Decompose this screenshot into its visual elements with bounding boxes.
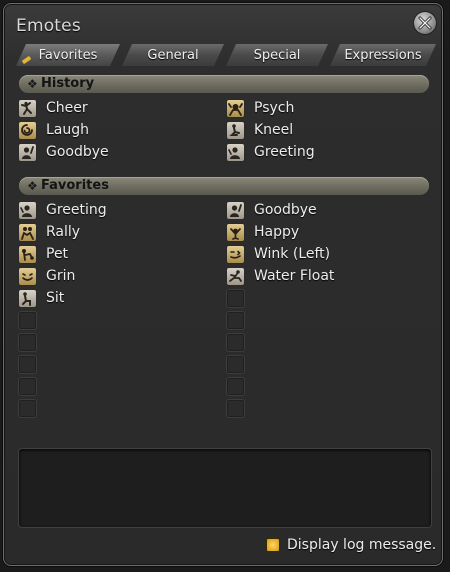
laugh-icon: [18, 120, 37, 140]
empty-slot-icon: [226, 288, 245, 308]
tab-label: General: [147, 47, 199, 63]
empty-slot-icon: [226, 376, 245, 396]
goodbye-icon: [226, 200, 245, 220]
empty-emote-slot[interactable]: [226, 309, 245, 331]
tab-label: Expressions: [344, 47, 422, 63]
emote-greeting[interactable]: Greeting: [226, 141, 315, 163]
emote-water-float[interactable]: Water Float: [226, 265, 334, 287]
empty-slot-icon: [226, 354, 245, 374]
emote-description-panel: [18, 448, 432, 528]
emote-label: Rally: [46, 224, 81, 240]
emote-label: Pet: [46, 246, 69, 262]
section-title: Favorites: [41, 178, 109, 193]
empty-emote-slot[interactable]: [18, 397, 37, 419]
emote-label: Water Float: [254, 268, 335, 284]
emote-label: Laugh: [46, 122, 90, 138]
emote-goodbye[interactable]: Goodbye: [226, 199, 317, 221]
cheer-icon: [18, 98, 37, 118]
psych-icon: [226, 98, 245, 118]
empty-emote-slot[interactable]: [226, 397, 245, 419]
empty-emote-slot[interactable]: [18, 353, 37, 375]
title-bar[interactable]: Emotes: [4, 4, 442, 40]
empty-slot-icon: [18, 310, 37, 330]
water-float-icon: [226, 266, 245, 286]
emote-label: Grin: [46, 268, 76, 284]
empty-emote-slot[interactable]: [226, 353, 245, 375]
emote-grin[interactable]: Grin: [18, 265, 75, 287]
grin-icon: [18, 266, 37, 286]
emote-kneel[interactable]: Kneel: [226, 119, 293, 141]
close-icon: [418, 16, 432, 30]
empty-slot-icon: [226, 332, 245, 352]
display-log-label: Display log message.: [287, 537, 437, 553]
emote-psych[interactable]: Psych: [226, 97, 294, 119]
emote-label: Kneel: [254, 122, 294, 138]
emote-happy[interactable]: Happy: [226, 221, 299, 243]
emote-tabs: Favorites General Special Expressions: [16, 44, 436, 68]
favorites-section-header: ❖ Favorites: [19, 177, 429, 195]
tab-label: Special: [253, 47, 301, 63]
emote-label: Greeting: [254, 144, 315, 160]
empty-slot-icon: [18, 376, 37, 396]
emote-greeting[interactable]: Greeting: [18, 199, 107, 221]
empty-emote-slot[interactable]: [18, 309, 37, 331]
emote-label: Sit: [46, 290, 65, 306]
emote-label: Goodbye: [46, 144, 109, 160]
emote-sit[interactable]: Sit: [18, 287, 64, 309]
tab-special[interactable]: Special: [226, 44, 328, 66]
emote-label: Psych: [254, 100, 295, 116]
empty-emote-slot[interactable]: [18, 331, 37, 353]
greeting-icon: [18, 200, 37, 220]
active-tab-marker: [22, 56, 32, 64]
history-section-header: ❖ History: [19, 75, 429, 93]
emote-label: Goodbye: [254, 202, 317, 218]
window-title: Emotes: [16, 16, 81, 36]
emote-label: Happy: [254, 224, 300, 240]
empty-slot-icon: [226, 310, 245, 330]
empty-emote-slot[interactable]: [18, 375, 37, 397]
empty-emote-slot[interactable]: [226, 375, 245, 397]
empty-emote-slot[interactable]: [226, 287, 245, 309]
emote-wink-left[interactable]: Wink (Left): [226, 243, 330, 265]
section-diamond-icon: ❖: [27, 77, 38, 91]
goodbye-icon: [18, 142, 37, 162]
tab-general[interactable]: General: [122, 44, 224, 66]
emote-label: Greeting: [46, 202, 107, 218]
close-button[interactable]: [414, 12, 436, 34]
emote-laugh[interactable]: Laugh: [18, 119, 89, 141]
display-log-toggle[interactable]: Display log message.: [266, 535, 436, 555]
tab-label: Favorites: [38, 47, 98, 63]
tab-expressions[interactable]: Expressions: [330, 44, 436, 66]
tab-favorites[interactable]: Favorites: [16, 44, 120, 66]
sit-icon: [18, 288, 37, 308]
emote-label: Cheer: [46, 100, 88, 116]
emote-label: Wink (Left): [254, 246, 331, 262]
happy-icon: [226, 222, 245, 242]
emote-pet[interactable]: Pet: [18, 243, 68, 265]
emotes-window: Emotes Favorites General Special Express…: [3, 3, 443, 566]
empty-slot-icon: [18, 398, 37, 418]
display-log-checkbox[interactable]: [266, 538, 280, 552]
greeting-icon: [226, 142, 245, 162]
empty-slot-icon: [18, 332, 37, 352]
kneel-icon: [226, 120, 245, 140]
rally-icon: [18, 222, 37, 242]
empty-slot-icon: [226, 398, 245, 418]
emote-goodbye[interactable]: Goodbye: [18, 141, 109, 163]
pet-icon: [18, 244, 37, 264]
empty-slot-icon: [18, 354, 37, 374]
emote-cheer[interactable]: Cheer: [18, 97, 88, 119]
wink-icon: [226, 244, 245, 264]
section-diamond-icon: ❖: [27, 179, 38, 193]
empty-emote-slot[interactable]: [226, 331, 245, 353]
section-title: History: [41, 76, 95, 91]
emote-rally[interactable]: Rally: [18, 221, 80, 243]
